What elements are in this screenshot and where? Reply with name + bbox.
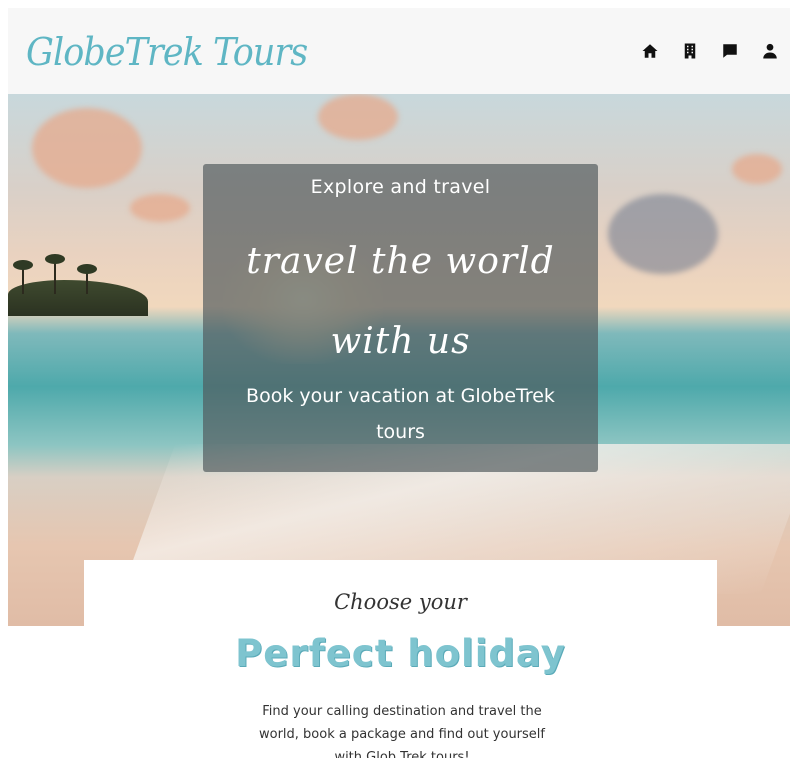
hero-kicker: Explore and travel [310, 176, 491, 198]
hotel-icon [684, 43, 696, 59]
intro-eyebrow: Choose your [334, 590, 467, 614]
site-header: GlobeTrek Tours [8, 8, 790, 94]
hero-subtitle: Book your vacation at GlobeTrek tours [246, 385, 555, 443]
nav-hotels-button[interactable] [670, 39, 710, 63]
chat-icon [723, 44, 737, 58]
main-nav [630, 39, 790, 63]
site-logo[interactable]: GlobeTrek Tours [26, 30, 308, 74]
user-icon [763, 43, 777, 59]
intro-card: Choose your Perfect holiday Find your ca… [84, 560, 717, 758]
hero-cloud [732, 154, 782, 184]
hero-cloud [318, 94, 398, 140]
hero-cloud [32, 108, 142, 188]
nav-chat-button[interactable] [710, 39, 750, 63]
hero-cloud [608, 194, 718, 274]
hero-headline: travel the world with us [246, 241, 555, 362]
home-icon [642, 44, 658, 58]
hero-overlay-box: Explore and travel travel the world with… [203, 164, 598, 472]
nav-account-button[interactable] [750, 39, 790, 63]
palm-trees [13, 254, 116, 294]
hero-cloud [130, 194, 190, 222]
nav-home-button[interactable] [630, 39, 670, 63]
intro-description: Find your calling destination and travel… [258, 704, 545, 758]
intro-title: Perfect holiday [235, 632, 566, 675]
hero-banner: Explore and travel travel the world with… [8, 94, 790, 626]
